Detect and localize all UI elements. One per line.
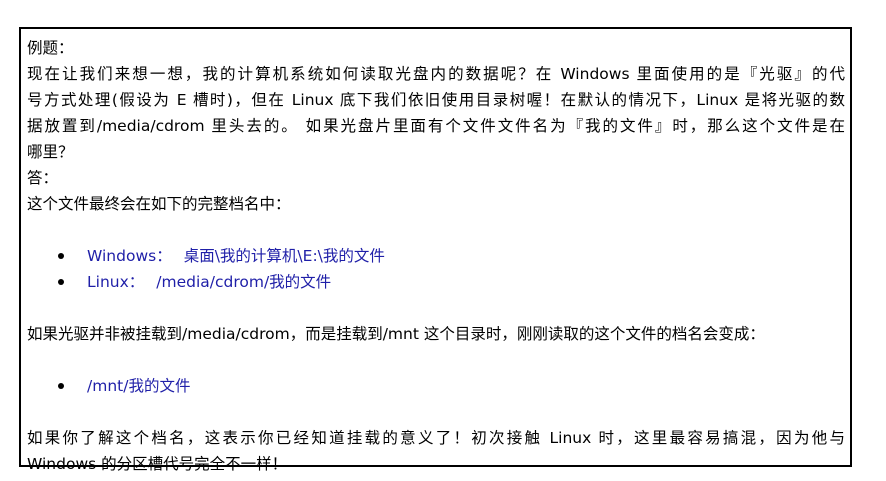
bullet-icon <box>58 253 64 259</box>
list-item-linux-path: Linux： /media/cdrom/我的文件 <box>27 269 845 295</box>
answer-label: 答： <box>27 169 59 187</box>
question-line-3: 据放置到/media/cdrom 里头去的。 如果光盘片里面有个文件文件名为『我… <box>27 117 845 135</box>
question-line-1: 现在让我们来想一想，我的计算机系统如何读取光盘内的数据呢？在 Windows 里… <box>27 65 845 83</box>
path-mnt: /mnt/我的文件 <box>87 377 191 395</box>
conclusion-line-2: Windows 的分区槽代号完全不一样！ <box>27 455 288 473</box>
answer-intro: 这个文件最终会在如下的完整档名中： <box>27 195 291 213</box>
os-label-linux: Linux： <box>87 273 145 291</box>
path-windows: 桌面\我的计算机\E:\我的文件 <box>183 247 385 265</box>
path-linux: /media/cdrom/我的文件 <box>156 273 332 291</box>
bullet-icon <box>58 383 64 389</box>
example-box: 例题： 现在让我们来想一想，我的计算机系统如何读取光盘内的数据呢？在 Windo… <box>19 27 852 473</box>
bullet-icon <box>58 279 64 285</box>
list-item-mnt-path: /mnt/我的文件 <box>27 373 845 399</box>
example-label: 例题： <box>27 39 74 57</box>
question-line-2: 号方式处理(假设为 E 槽时)，但在 Linux 底下我们依旧使用目录树喔！在默… <box>27 91 845 109</box>
list-item-windows-path: Windows： 桌面\我的计算机\E:\我的文件 <box>27 243 845 269</box>
conclusion-line-1: 如果你了解这个档名，这表示你已经知道挂载的意义了！初次接触 Linux 时，这里… <box>27 429 845 447</box>
mount-change-text: 如果光驱并非被挂载到/media/cdrom，而是挂载到/mnt 这个目录时，刚… <box>27 325 765 343</box>
question-line-4: 哪里？ <box>27 143 74 161</box>
os-label-windows: Windows： <box>87 247 172 265</box>
